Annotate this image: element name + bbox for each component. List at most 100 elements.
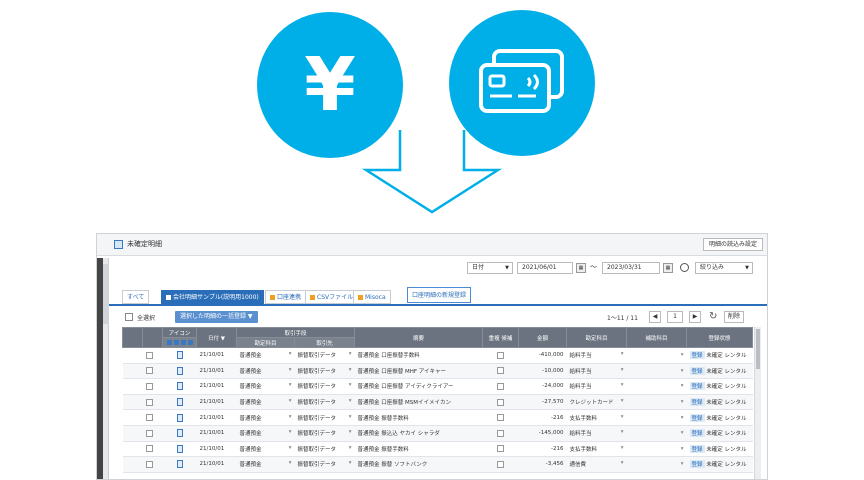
row-registration[interactable]: 登録 未確定 レンタル [686, 409, 753, 426]
table-row[interactable]: 21/10/01 普通預金 ▾ 振替取引データ ▾ 普通預金 口座振替 MHF アイキャー… [122, 363, 753, 380]
row-registration[interactable]: 登録 未確定 レンタル [686, 347, 753, 364]
tab-company-sample[interactable]: 会社明細サンプル(説明用1000) [161, 290, 264, 304]
row-partner-select[interactable]: 振替取引データ ▾ [294, 378, 355, 395]
row-partner-select[interactable]: 振替取引データ ▾ [294, 347, 355, 364]
duplicate-checkbox[interactable] [497, 445, 505, 453]
document-icon[interactable] [176, 366, 183, 375]
row-account-item[interactable]: 給料手当 ▾ [566, 363, 627, 380]
tab-all[interactable]: すべて [122, 290, 150, 304]
page-number[interactable]: 1 [667, 311, 683, 323]
document-icon[interactable] [176, 398, 183, 407]
row-sub-item[interactable]: ▾ [626, 409, 687, 426]
row-account-select[interactable]: 普通預金 ▾ [236, 425, 295, 442]
duplicate-checkbox[interactable] [497, 460, 505, 468]
prev-page-button[interactable]: ◀ [649, 311, 661, 323]
row-account-item[interactable]: 給料手当 ▾ [566, 378, 627, 395]
narrow-select[interactable]: 絞り込み ▼ [695, 262, 753, 274]
select-all-checkbox[interactable] [125, 313, 133, 321]
row-registration[interactable]: 登録 未確定 レンタル [686, 363, 753, 380]
register-tag[interactable]: 登録 [689, 460, 705, 469]
import-settings-button[interactable]: 明細の読込み設定 [702, 238, 763, 251]
row-account-select[interactable]: 普通預金 ▾ [236, 456, 295, 473]
row-partner-select[interactable]: 振替取引データ ▾ [294, 456, 355, 473]
date-to-input[interactable]: 2023/03/31 [602, 262, 660, 274]
document-icon[interactable] [176, 351, 183, 360]
row-registration[interactable]: 登録 未確定 レンタル [686, 378, 753, 395]
table-row[interactable]: 21/10/01 普通預金 ▾ 振替取引データ ▾ 普通預金 口座振替 MSMイイメイカン… [122, 394, 753, 411]
register-tag[interactable]: 登録 [689, 382, 705, 391]
row-checkbox[interactable] [145, 460, 153, 468]
row-checkbox[interactable] [145, 414, 153, 422]
row-account-item[interactable]: 給料手当 ▾ [566, 425, 627, 442]
document-icon[interactable] [176, 413, 183, 422]
tab-csv-file[interactable]: CSVファイル [305, 290, 359, 304]
row-partner-select[interactable]: 振替取引データ ▾ [294, 394, 355, 411]
calendar-icon[interactable]: ▦ [576, 263, 586, 273]
table-row[interactable]: 21/10/01 普通預金 ▾ 振替取引データ ▾ 普通預金 振込込 ヤカイ シャラダ -1… [122, 425, 753, 442]
row-checkbox[interactable] [145, 429, 153, 437]
calendar-icon[interactable]: ▦ [663, 263, 673, 273]
row-account-item[interactable]: 通信費 ▾ [566, 456, 627, 473]
row-checkbox[interactable] [145, 382, 153, 390]
register-tag[interactable]: 登録 [689, 398, 705, 407]
register-tag[interactable]: 登録 [689, 351, 705, 360]
row-account-item[interactable]: 給料手当 ▾ [566, 347, 627, 364]
duplicate-checkbox[interactable] [497, 382, 505, 390]
side-tab[interactable] [103, 264, 109, 324]
row-account-select[interactable]: 普通預金 ▾ [236, 378, 295, 395]
row-sub-item[interactable]: ▾ [626, 347, 687, 364]
row-checkbox[interactable] [145, 445, 153, 453]
row-account-item[interactable]: クレジットカード ▾ [566, 394, 627, 411]
row-sub-item[interactable]: ▾ [626, 378, 687, 395]
row-account-select[interactable]: 普通預金 ▾ [236, 409, 295, 426]
row-sub-item[interactable]: ▾ [626, 363, 687, 380]
row-registration[interactable]: 登録 未確定 レンタル [686, 394, 753, 411]
duplicate-checkbox[interactable] [497, 414, 505, 422]
tab-bank-link[interactable]: 口座連携 [265, 290, 307, 304]
register-tag[interactable]: 登録 [689, 413, 705, 422]
period-select[interactable]: 日付 ▼ [467, 262, 513, 274]
register-tag[interactable]: 登録 [689, 444, 705, 453]
bulk-register-button[interactable]: 選択した明細の一括登録 ▼ [175, 311, 258, 323]
row-account-select[interactable]: 普通預金 ▾ [236, 394, 295, 411]
register-tag[interactable]: 登録 [689, 366, 705, 375]
table-row[interactable]: 21/10/01 普通預金 ▾ 振替取引データ ▾ 普通預金 口座振替手数料 -410,00… [122, 347, 753, 364]
row-sub-item[interactable]: ▾ [626, 441, 687, 458]
document-icon[interactable] [176, 382, 183, 391]
duplicate-checkbox[interactable] [497, 398, 505, 406]
table-row[interactable]: 21/10/01 普通預金 ▾ 振替取引データ ▾ 普通預金 振替 ソフトバンク -3,45… [122, 456, 753, 473]
add-bank-statement-button[interactable]: 口座明細の新規登録 [407, 287, 472, 303]
document-icon[interactable] [176, 460, 183, 469]
date-from-input[interactable]: 2021/06/01 [517, 262, 573, 274]
row-checkbox[interactable] [145, 398, 153, 406]
vertical-scrollbar[interactable] [754, 327, 761, 479]
row-partner-select[interactable]: 振替取引データ ▾ [294, 363, 355, 380]
next-page-button[interactable]: ▶ [689, 311, 701, 323]
row-sub-item[interactable]: ▾ [626, 456, 687, 473]
row-sub-item[interactable]: ▾ [626, 425, 687, 442]
row-sub-item[interactable]: ▾ [626, 394, 687, 411]
row-registration[interactable]: 登録 未確定 レンタル [686, 441, 753, 458]
refresh-icon[interactable]: ↻ [709, 311, 717, 323]
row-partner-select[interactable]: 振替取引データ ▾ [294, 425, 355, 442]
row-partner-select[interactable]: 振替取引データ ▾ [294, 409, 355, 426]
row-registration[interactable]: 登録 未確定 レンタル [686, 456, 753, 473]
row-account-select[interactable]: 普通預金 ▾ [236, 441, 295, 458]
delete-button[interactable]: 削除 [724, 311, 744, 323]
row-checkbox[interactable] [145, 367, 153, 375]
row-checkbox[interactable] [145, 351, 153, 359]
row-account-select[interactable]: 普通預金 ▾ [236, 363, 295, 380]
duplicate-checkbox[interactable] [497, 351, 505, 359]
row-partner-select[interactable]: 振替取引データ ▾ [294, 441, 355, 458]
row-account-item[interactable]: 支払手数料 ▾ [566, 441, 627, 458]
table-row[interactable]: 21/10/01 普通預金 ▾ 振替取引データ ▾ 普通預金 振替手数料 -216 支払手数料… [122, 409, 753, 426]
register-tag[interactable]: 登録 [689, 429, 705, 438]
table-row[interactable]: 21/10/01 普通預金 ▾ 振替取引データ ▾ 普通預金 口座振替 アイディクライアー… [122, 378, 753, 395]
document-icon[interactable] [176, 444, 183, 453]
tab-misoca[interactable]: Misoca [353, 290, 391, 304]
table-row[interactable]: 21/10/01 普通預金 ▾ 振替取引データ ▾ 普通預金 振替手数料 -216 支払手数料… [122, 441, 753, 458]
duplicate-checkbox[interactable] [497, 367, 505, 375]
row-registration[interactable]: 登録 未確定 レンタル [686, 425, 753, 442]
row-account-item[interactable]: 支払手数料 ▾ [566, 409, 627, 426]
row-account-select[interactable]: 普通預金 ▾ [236, 347, 295, 364]
